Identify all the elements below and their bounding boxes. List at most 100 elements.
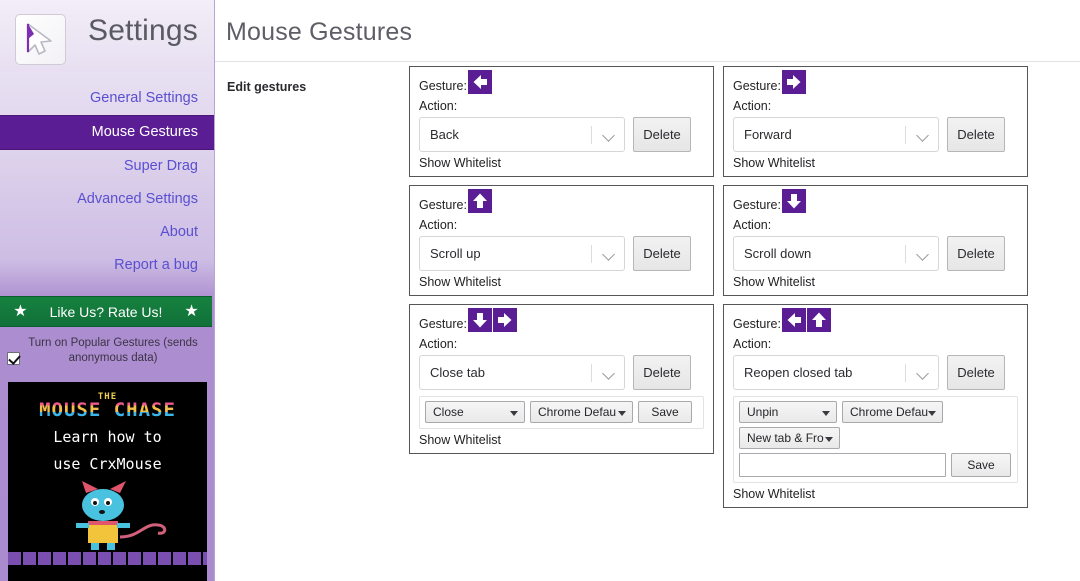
action-select-back[interactable]: Back (419, 117, 625, 152)
action-label: Action: (733, 218, 1018, 232)
sidebar-item-mouse-gestures[interactable]: Mouse Gestures (0, 115, 214, 150)
promo-line-1: Learn how to (8, 427, 207, 448)
delete-button[interactable]: Delete (947, 355, 1005, 390)
gesture-row: Gesture: Action: Back (409, 66, 1037, 177)
gestures-content: Edit gestures Gesture: (215, 62, 1080, 80)
arrow-right-icon (493, 308, 517, 332)
sidebar-item-about[interactable]: About (0, 216, 214, 249)
gesture-card-forward: Gesture: Action: Forward (723, 66, 1028, 177)
pixel-mouse-icon (8, 479, 207, 571)
action-select-forward[interactable]: Forward (733, 117, 939, 152)
arrow-left-icon (468, 70, 492, 94)
promo-title: MOUSE CHASE (8, 399, 207, 421)
chevron-down-icon (602, 129, 615, 142)
action-label: Action: (419, 337, 704, 351)
promo-banner[interactable]: THE MOUSE CHASE Learn how to use CrxMous… (8, 382, 207, 581)
reopen-options-row-1: Unpin Chrome Defau (739, 401, 1012, 423)
action-select-value: Forward (744, 118, 898, 151)
gesture-card-close-tab: Gesture: Action: (409, 304, 714, 454)
pin-state-select[interactable]: Unpin (739, 401, 837, 423)
cursor-arrow-icon (15, 14, 66, 65)
show-whitelist-link[interactable]: Show Whitelist (733, 275, 1018, 289)
delete-button[interactable]: Delete (633, 236, 691, 271)
main-content: Mouse Gestures Edit gestures Gesture: (215, 0, 1080, 581)
action-select-reopen-closed-tab[interactable]: Reopen closed tab (733, 355, 939, 390)
star-icon-left: ★ (13, 304, 27, 320)
star-icon-right: ★ (184, 304, 198, 320)
popular-gestures-checkbox[interactable] (7, 352, 20, 365)
arrow-left-icon (782, 308, 806, 332)
sidebar-item-advanced-settings[interactable]: Advanced Settings (0, 183, 214, 216)
gesture-row: Gesture: Action: (409, 304, 1037, 508)
delete-button[interactable]: Delete (947, 236, 1005, 271)
new-tab-position-select[interactable]: New tab & Fro (739, 427, 840, 449)
action-select-scroll-down[interactable]: Scroll down (733, 236, 939, 271)
close-tab-options-panel: Close Chrome Defau Save (419, 396, 704, 429)
chevron-down-icon (916, 248, 929, 261)
sidebar: Settings General Settings Mouse Gestures… (0, 0, 215, 581)
gesture-card-reopen-closed-tab: Gesture: Action: (723, 304, 1028, 508)
arrow-up-icon (468, 189, 492, 213)
save-button[interactable]: Save (638, 401, 692, 423)
select-divider (905, 126, 906, 144)
arrow-down-icon (782, 189, 806, 213)
sidebar-item-super-drag[interactable]: Super Drag (0, 150, 214, 183)
reopen-options-row-3: Save (739, 453, 1012, 477)
action-controls: Reopen closed tab Delete (733, 355, 1018, 390)
select-divider (591, 364, 592, 382)
gesture-row-label: Gesture: (419, 313, 704, 335)
close-behavior-select[interactable]: Chrome Defau (530, 401, 633, 423)
close-target-select[interactable]: Close (425, 401, 525, 423)
gesture-label: Gesture: (733, 194, 781, 216)
show-whitelist-link[interactable]: Show Whitelist (419, 275, 704, 289)
gesture-label: Gesture: (419, 313, 467, 335)
arrow-down-icon (468, 308, 492, 332)
delete-button[interactable]: Delete (633, 117, 691, 152)
gesture-card-scroll-down: Gesture: Action: Scroll down (723, 185, 1028, 296)
settings-page: Settings General Settings Mouse Gestures… (0, 0, 1080, 581)
show-whitelist-link[interactable]: Show Whitelist (733, 487, 1018, 501)
select-divider (905, 245, 906, 263)
sidebar-header: Settings (0, 0, 214, 76)
rate-us-label: Like Us? Rate Us! (50, 304, 163, 320)
gesture-arrow-list (782, 189, 807, 213)
action-select-value: Scroll up (430, 237, 584, 270)
select-divider (905, 364, 906, 382)
app-title: Settings (88, 14, 198, 48)
show-whitelist-link[interactable]: Show Whitelist (733, 156, 1018, 170)
reopen-url-input[interactable] (739, 453, 946, 477)
reopen-options-panel: Unpin Chrome Defau New tab & Fro Save (733, 396, 1018, 483)
rate-us-banner[interactable]: ★ Like Us? Rate Us! ★ (0, 296, 212, 327)
gesture-arrow-list (468, 70, 493, 94)
reopen-behavior-select[interactable]: Chrome Defau (842, 401, 943, 423)
chevron-down-icon (602, 367, 615, 380)
popular-gestures-row: Turn on Popular Gestures (sends anonymou… (0, 336, 214, 370)
gesture-label: Gesture: (733, 313, 781, 335)
action-select-scroll-up[interactable]: Scroll up (419, 236, 625, 271)
gesture-arrow-list (468, 308, 518, 332)
gesture-row-label: Gesture: (733, 194, 1018, 216)
gesture-row-label: Gesture: (419, 194, 704, 216)
arrow-up-icon (807, 308, 831, 332)
chevron-down-icon (916, 129, 929, 142)
gesture-row-label: Gesture: (419, 75, 704, 97)
chevron-down-icon (602, 248, 615, 261)
delete-button[interactable]: Delete (633, 355, 691, 390)
delete-button[interactable]: Delete (947, 117, 1005, 152)
action-select-close-tab[interactable]: Close tab (419, 355, 625, 390)
gesture-arrow-list (782, 70, 807, 94)
gesture-label: Gesture: (733, 75, 781, 97)
action-select-value: Reopen closed tab (744, 356, 898, 389)
sidebar-item-report-a-bug[interactable]: Report a bug (0, 249, 214, 282)
promo-line-2: use CrxMouse (8, 454, 207, 475)
gesture-card-back: Gesture: Action: Back (409, 66, 714, 177)
gesture-card-grid: Gesture: Action: Back (409, 66, 1037, 516)
gesture-label: Gesture: (419, 194, 467, 216)
show-whitelist-link[interactable]: Show Whitelist (419, 156, 704, 170)
page-title: Mouse Gestures (215, 0, 1080, 47)
sidebar-item-general-settings[interactable]: General Settings (0, 82, 214, 115)
action-label: Action: (419, 218, 704, 232)
show-whitelist-link[interactable]: Show Whitelist (419, 433, 704, 447)
action-controls: Close tab Delete (419, 355, 704, 390)
save-button[interactable]: Save (951, 453, 1011, 477)
